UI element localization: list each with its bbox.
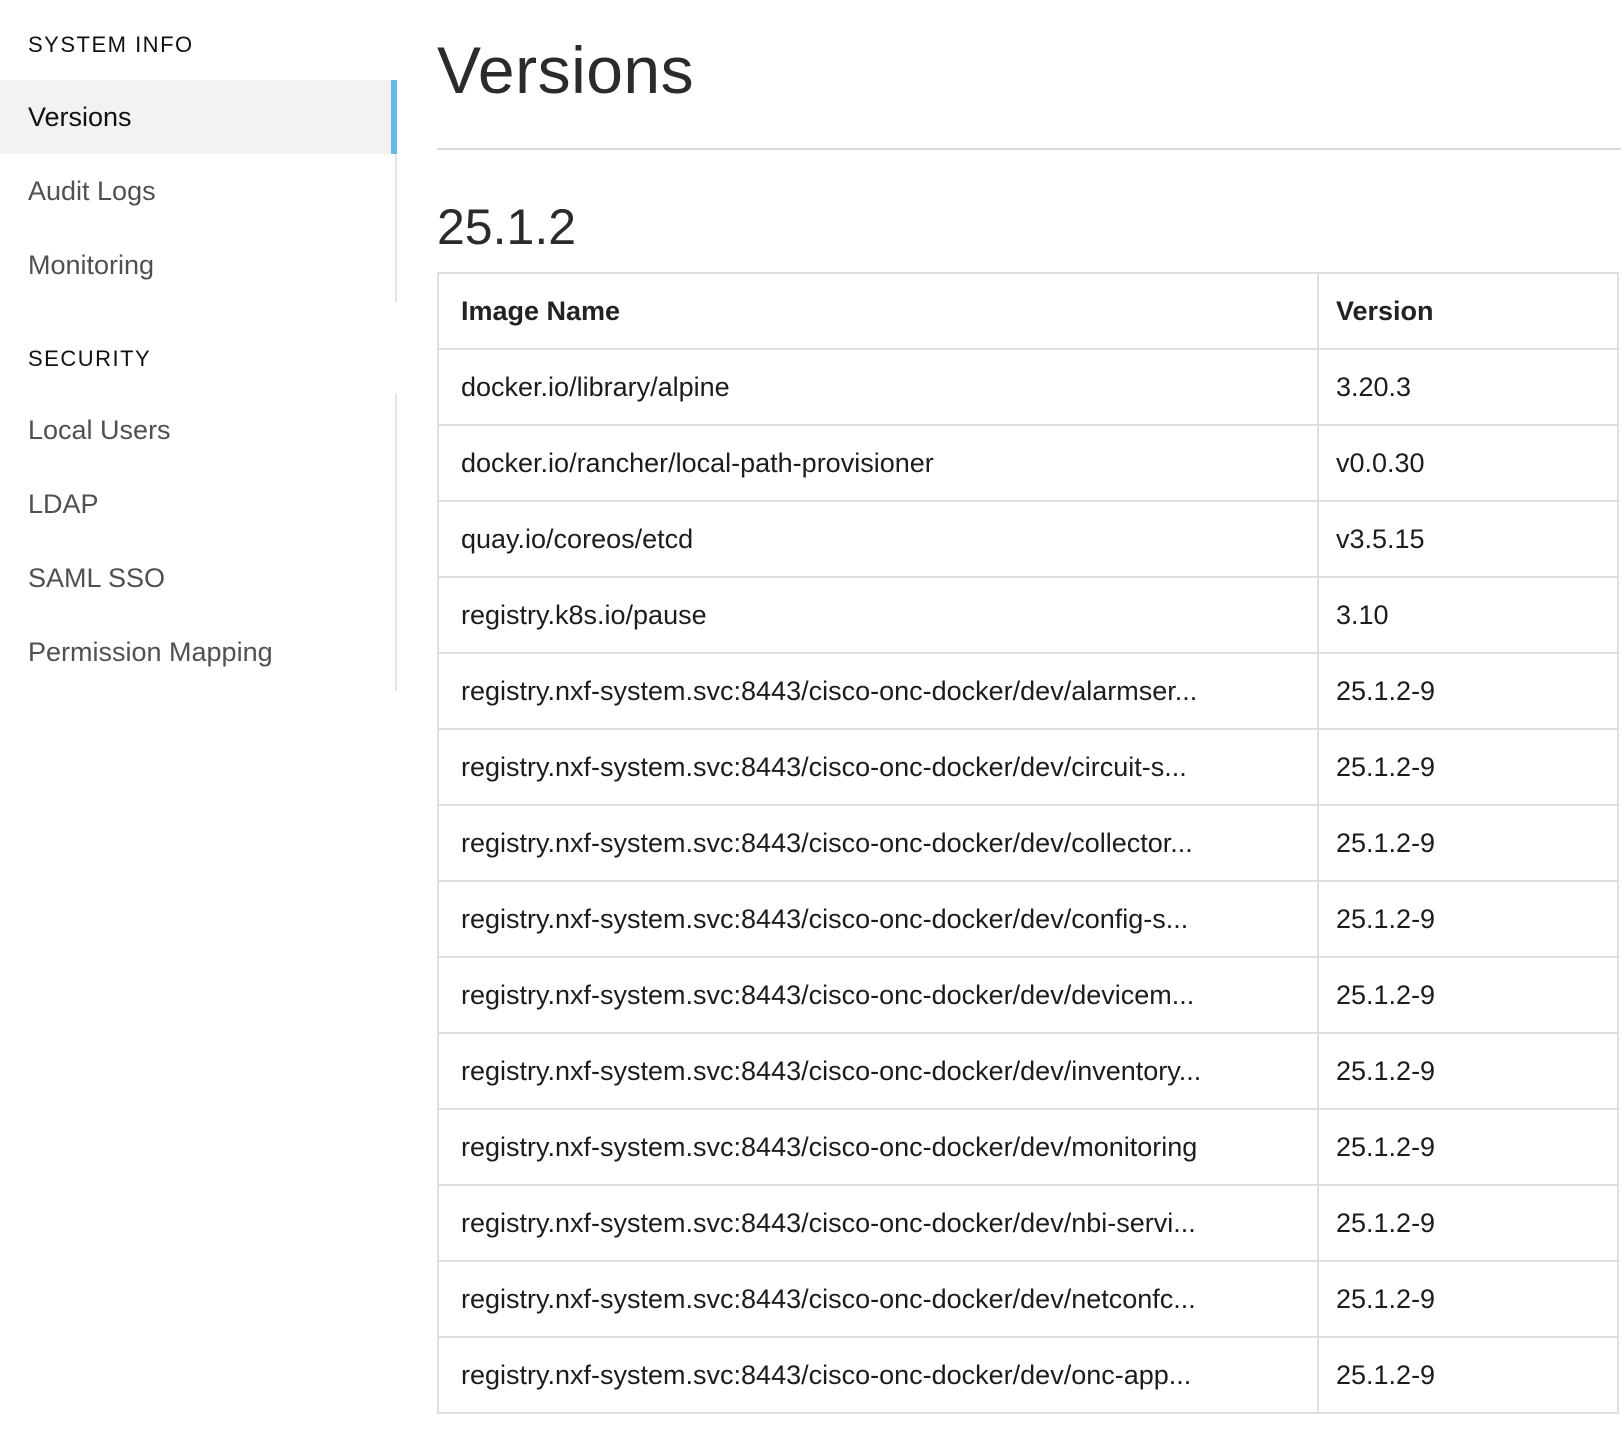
page-title: Versions [437,33,695,107]
image-name-cell: quay.io/coreos/etcd [438,501,1319,578]
version-cell: 25.1.2-9 [1318,881,1618,958]
table-row: docker.io/library/alpine 3.20.3 [438,349,1618,426]
version-cell: 25.1.2-9 [1318,1337,1618,1414]
image-name-cell: registry.nxf-system.svc:8443/cisco-onc-d… [438,1185,1319,1262]
column-header-image-name: Image Name [438,273,1319,350]
version-cell: 25.1.2-9 [1318,1109,1618,1186]
table-row: registry.nxf-system.svc:8443/cisco-onc-d… [438,1337,1618,1414]
title-divider [437,148,1621,150]
image-name-cell: registry.nxf-system.svc:8443/cisco-onc-d… [438,805,1319,882]
version-cell: 25.1.2-9 [1318,729,1618,806]
version-cell: 25.1.2-9 [1318,653,1618,730]
version-cell: 25.1.2-9 [1318,805,1618,882]
sidebar-item-saml-sso[interactable]: SAML SSO [0,541,395,615]
image-name-cell: docker.io/rancher/local-path-provisioner [438,425,1319,502]
table-row: registry.nxf-system.svc:8443/cisco-onc-d… [438,1261,1618,1338]
table-row: registry.nxf-system.svc:8443/cisco-onc-d… [438,957,1618,1034]
image-name-cell: registry.nxf-system.svc:8443/cisco-onc-d… [438,729,1319,806]
version-cell: 3.10 [1318,577,1618,654]
section-title-security: SECURITY [28,346,152,371]
sidebar-item-versions[interactable]: Versions [0,80,397,154]
image-name-cell: docker.io/library/alpine [438,349,1319,426]
image-name-cell: registry.nxf-system.svc:8443/cisco-onc-d… [438,1337,1319,1414]
version-cell: 25.1.2-9 [1318,1033,1618,1110]
image-name-cell: registry.nxf-system.svc:8443/cisco-onc-d… [438,1033,1319,1110]
sidebar-item-monitoring[interactable]: Monitoring [0,228,395,302]
version-cell: 25.1.2-9 [1318,957,1618,1034]
sidebar-item-permission-mapping[interactable]: Permission Mapping [0,615,395,689]
version-cell: 25.1.2-9 [1318,1185,1618,1262]
version-cell: 25.1.2-9 [1318,1261,1618,1338]
release-version-heading: 25.1.2 [437,199,577,255]
column-header-version: Version [1318,273,1618,350]
image-name-cell: registry.nxf-system.svc:8443/cisco-onc-d… [438,653,1319,730]
table-body: docker.io/library/alpine 3.20.3 docker.io… [438,349,1618,1414]
table-row: docker.io/rancher/local-path-provisioner… [438,425,1618,502]
system-info-nav-group: Versions Audit Logs Monitoring [0,80,397,302]
sidebar-item-ldap[interactable]: LDAP [0,467,395,541]
table-row: registry.nxf-system.svc:8443/cisco-onc-d… [438,805,1618,882]
sidebar-item-local-users[interactable]: Local Users [0,393,395,467]
version-cell: 3.20.3 [1318,349,1618,426]
table-row: registry.nxf-system.svc:8443/cisco-onc-d… [438,1185,1618,1262]
versions-table-wrapper: Image Name Version docker.io/library/alp… [437,272,1619,1414]
image-name-cell: registry.nxf-system.svc:8443/cisco-onc-d… [438,957,1319,1034]
table-row: quay.io/coreos/etcd v3.5.15 [438,501,1618,578]
version-cell: v0.0.30 [1318,425,1618,502]
security-nav-group: Local Users LDAP SAML SSO Permission Map… [0,393,397,691]
sidebar-item-audit-logs[interactable]: Audit Logs [0,154,395,228]
image-name-cell: registry.nxf-system.svc:8443/cisco-onc-d… [438,1109,1319,1186]
table-row: registry.nxf-system.svc:8443/cisco-onc-d… [438,881,1618,958]
version-cell: v3.5.15 [1318,501,1618,578]
table-row: registry.nxf-system.svc:8443/cisco-onc-d… [438,653,1618,730]
image-name-cell: registry.nxf-system.svc:8443/cisco-onc-d… [438,1261,1319,1338]
table-header-row: Image Name Version [438,273,1618,350]
table-row: registry.k8s.io/pause 3.10 [438,577,1618,654]
image-name-cell: registry.nxf-system.svc:8443/cisco-onc-d… [438,881,1319,958]
image-name-cell: registry.k8s.io/pause [438,577,1319,654]
table-row: registry.nxf-system.svc:8443/cisco-onc-d… [438,729,1618,806]
table-row: registry.nxf-system.svc:8443/cisco-onc-d… [438,1109,1618,1186]
versions-table: Image Name Version docker.io/library/alp… [437,272,1619,1414]
table-row: registry.nxf-system.svc:8443/cisco-onc-d… [438,1033,1618,1110]
page: SYSTEM INFO Versions Audit Logs Monitori… [0,0,1621,1449]
section-title-system-info: SYSTEM INFO [28,32,194,57]
